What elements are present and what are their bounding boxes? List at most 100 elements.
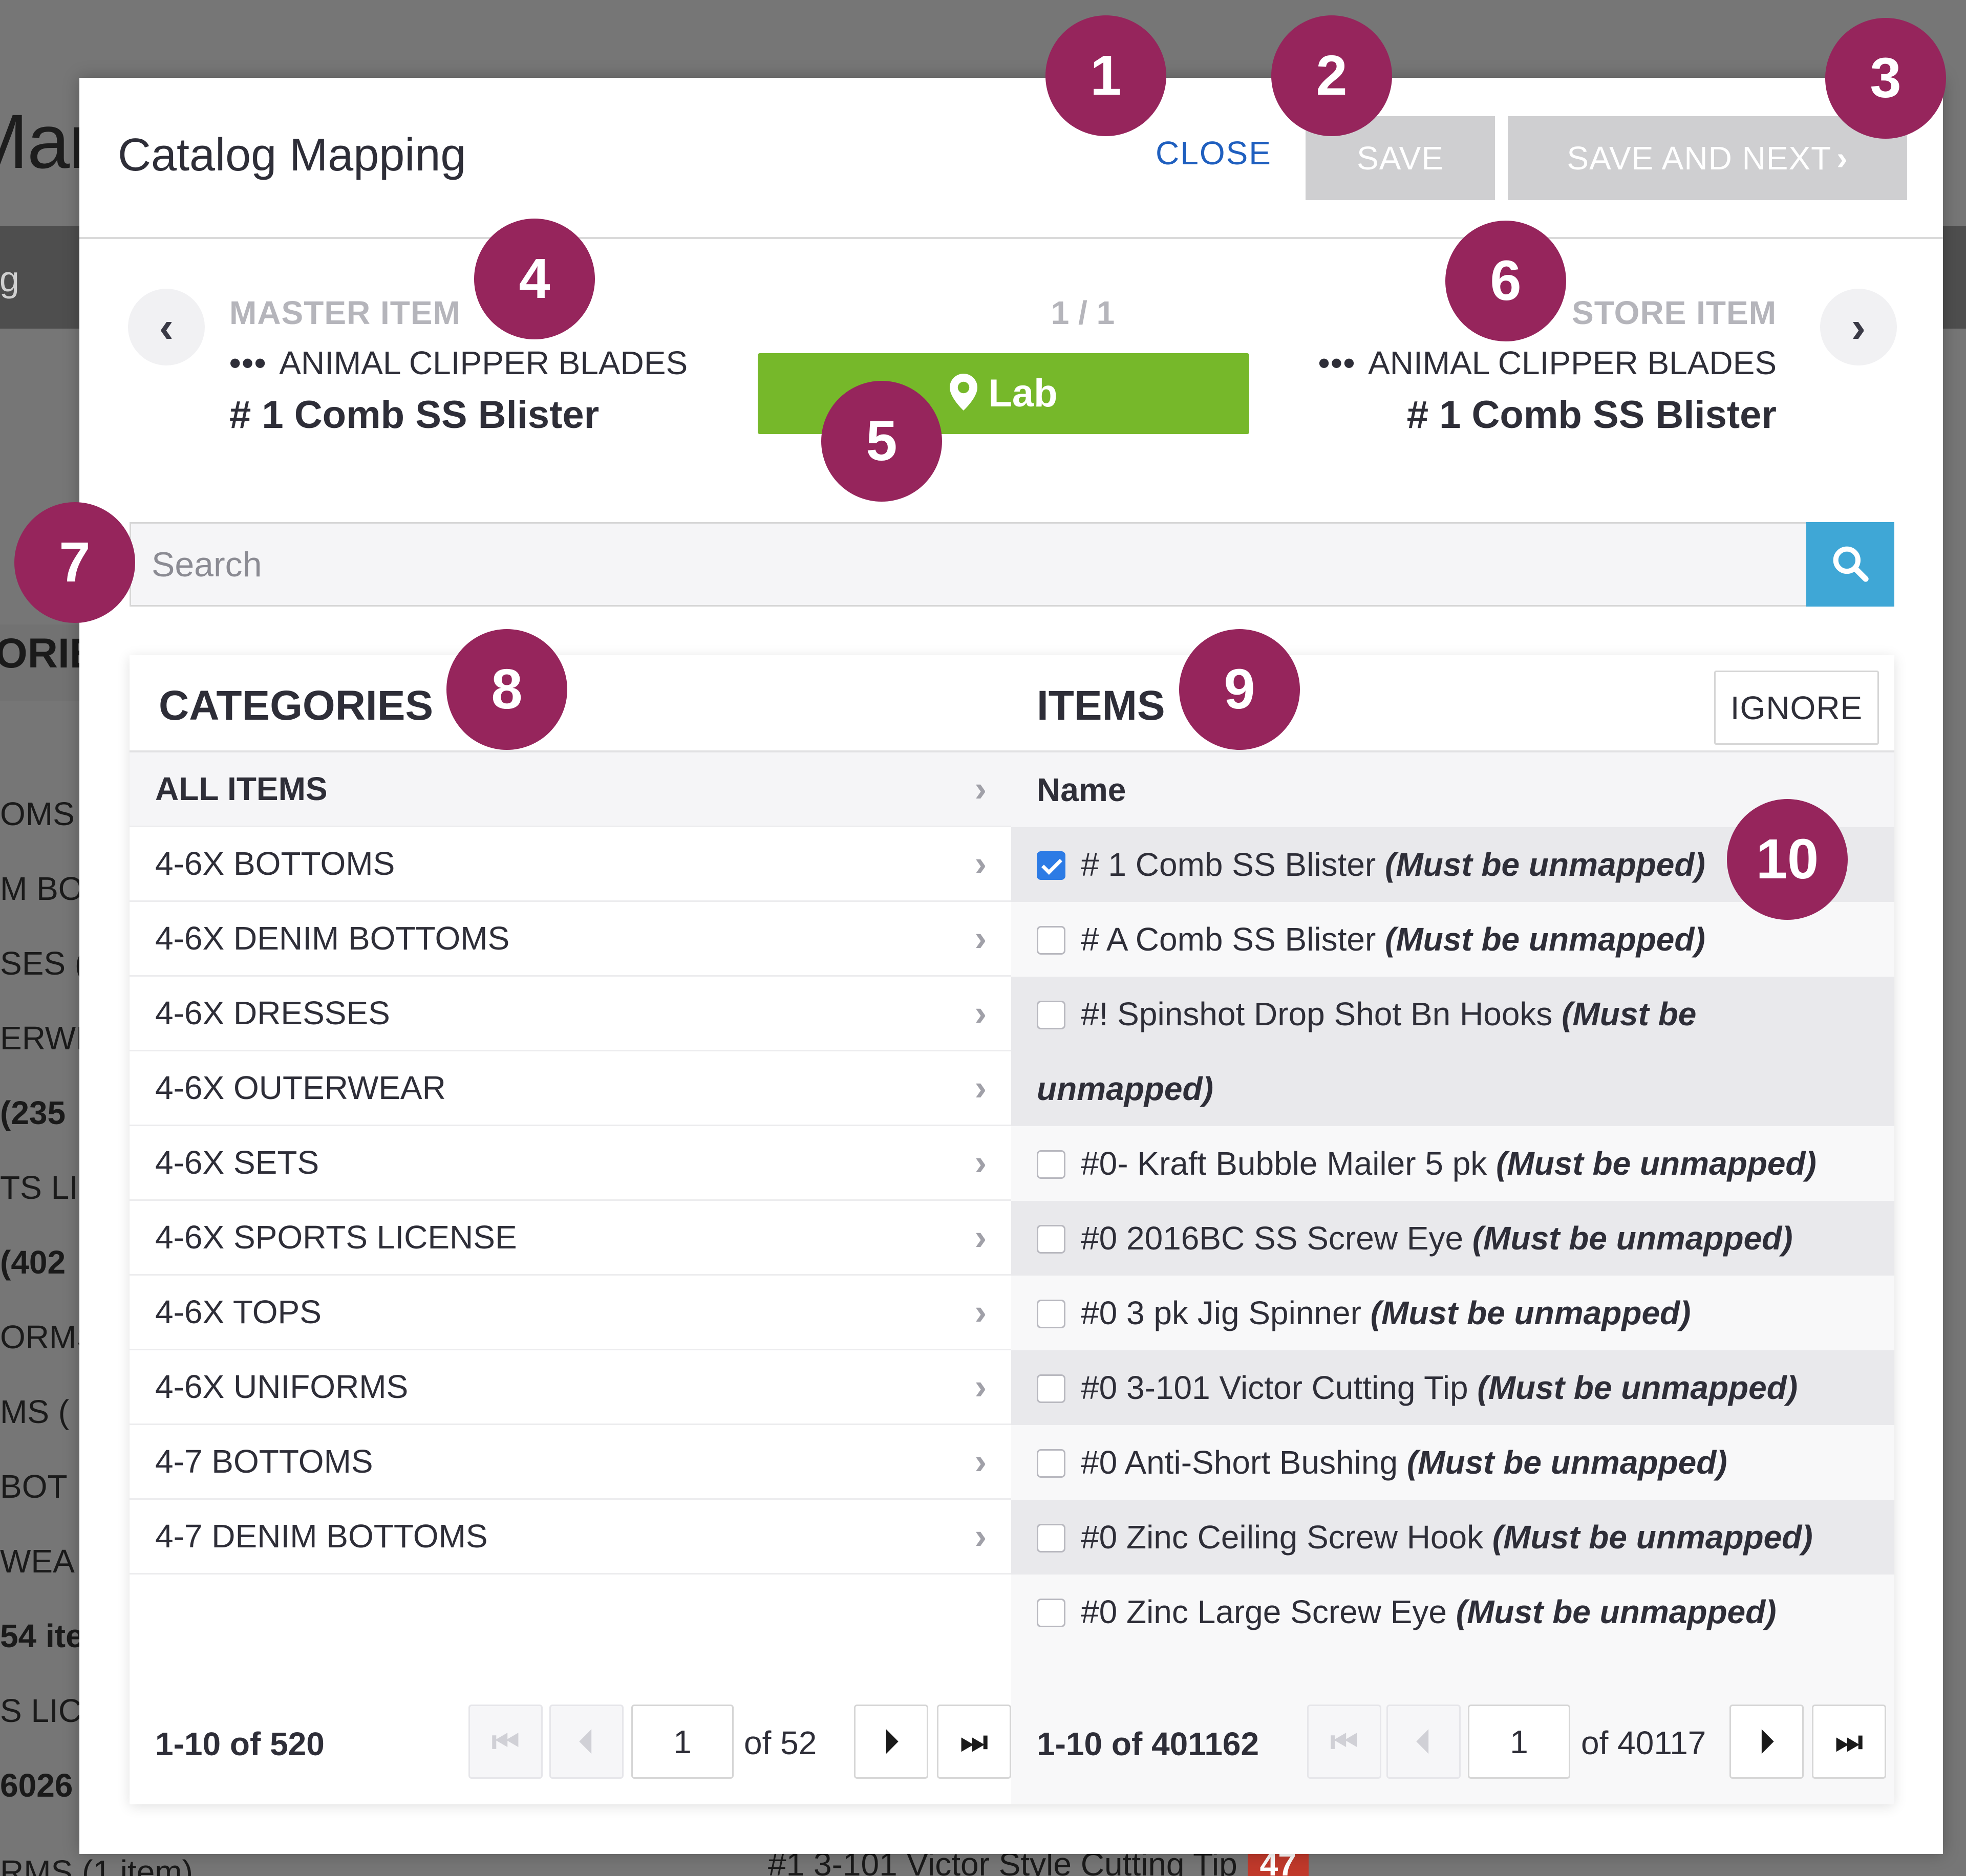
background-list-item: 6026 bbox=[0, 1767, 73, 1804]
item-checkbox[interactable] bbox=[1037, 1449, 1065, 1478]
category-item[interactable]: 4-6X DRESSES › bbox=[130, 977, 1011, 1051]
item-checkbox[interactable] bbox=[1037, 1300, 1065, 1328]
ignore-button[interactable]: IGNORE bbox=[1714, 671, 1879, 745]
category-item[interactable]: 4-6X OUTERWEAR › bbox=[130, 1051, 1011, 1126]
page-number-input[interactable] bbox=[1468, 1705, 1570, 1779]
previous-page-button[interactable]: ⏴ bbox=[1386, 1705, 1461, 1779]
background-list-item: ERWE bbox=[0, 1020, 98, 1056]
master-item-label: MASTER ITEM bbox=[229, 294, 461, 331]
category-label: 4-6X BOTTOMS bbox=[155, 845, 395, 882]
item-name: #0- Kraft Bubble Mailer 5 pk bbox=[1081, 1145, 1487, 1182]
category-item-all[interactable]: ALL ITEMS › bbox=[130, 752, 1011, 827]
background-nav-text: og bbox=[0, 259, 19, 299]
category-item[interactable]: 4-7 DENIM BOTTOMS › bbox=[130, 1500, 1011, 1575]
item-checkbox[interactable] bbox=[1037, 1001, 1065, 1029]
item-row[interactable]: #! Spinshot Drop Shot Bn Hooks (Must be u… bbox=[1011, 977, 1894, 1126]
store-item-label: STORE ITEM bbox=[1572, 294, 1777, 331]
must-be-unmapped-label: (Must be unmapped) bbox=[1385, 921, 1705, 958]
chevron-right-icon: › bbox=[974, 993, 987, 1033]
chevron-right-icon: › bbox=[974, 1068, 987, 1108]
item-checkbox[interactable] bbox=[1037, 926, 1065, 955]
callout-marker: 7 bbox=[14, 502, 135, 623]
background-list-item: MS ( bbox=[0, 1393, 70, 1430]
callout-marker: 4 bbox=[474, 219, 595, 339]
step-forward-icon: ⏵ bbox=[883, 1724, 899, 1759]
item-checkbox[interactable] bbox=[1037, 1374, 1065, 1403]
last-page-button[interactable]: ⏭ bbox=[1812, 1705, 1886, 1779]
category-item[interactable]: 4-6X DENIM BOTTOMS › bbox=[130, 902, 1011, 977]
items-range: 1-10 of 401162 bbox=[1037, 1726, 1259, 1762]
items-header: ITEMS IGNORE bbox=[1011, 655, 1894, 752]
previous-page-button[interactable]: ⏴ bbox=[549, 1705, 624, 1779]
next-page-button[interactable]: ⏵ bbox=[854, 1705, 928, 1779]
item-checkbox[interactable] bbox=[1037, 1599, 1065, 1627]
map-pin-icon bbox=[950, 374, 978, 411]
master-item-name: # 1 Comb SS Blister bbox=[229, 393, 600, 437]
category-label: 4-7 DENIM BOTTOMS bbox=[155, 1518, 488, 1555]
save-and-next-label: SAVE AND NEXT bbox=[1567, 140, 1832, 177]
callout-marker: 2 bbox=[1271, 15, 1392, 136]
last-page-button[interactable]: ⏭ bbox=[937, 1705, 1011, 1779]
save-and-next-button[interactable]: SAVE AND NEXT › bbox=[1508, 116, 1907, 200]
first-page-button[interactable]: ⏮ bbox=[468, 1705, 543, 1779]
must-be-unmapped-label: (Must be unmapped) bbox=[1496, 1145, 1817, 1182]
location-label: Lab bbox=[988, 372, 1058, 415]
must-be-unmapped-label: (Must be unmapped) bbox=[1456, 1593, 1777, 1630]
category-item[interactable]: 4-6X BOTTOMS › bbox=[130, 827, 1011, 902]
items-list: # 1 Comb SS Blister (Must be unmapped) #… bbox=[1011, 827, 1894, 1649]
page-number-input[interactable] bbox=[631, 1705, 734, 1779]
item-row[interactable]: #0 Zinc Large Screw Eye (Must be unmappe… bbox=[1011, 1575, 1894, 1649]
page-total: of 40117 bbox=[1581, 1724, 1706, 1761]
close-button[interactable]: CLOSE bbox=[1156, 134, 1272, 172]
background-list-item: WEA bbox=[0, 1543, 75, 1580]
category-label: 4-6X OUTERWEAR bbox=[155, 1069, 446, 1106]
master-item-category: ••• ANIMAL CLIPPER BLADES bbox=[229, 344, 688, 382]
item-row[interactable]: #0 3-101 Victor Cutting Tip (Must be unm… bbox=[1011, 1350, 1894, 1425]
background-list-item: OMS bbox=[0, 795, 75, 832]
category-item[interactable]: 4-6X SETS › bbox=[130, 1126, 1011, 1201]
first-page-button[interactable]: ⏮ bbox=[1307, 1705, 1381, 1779]
item-checkbox[interactable] bbox=[1037, 1225, 1065, 1254]
step-forward-icon: ⏵ bbox=[1759, 1724, 1775, 1759]
next-item-button[interactable]: › bbox=[1820, 289, 1897, 365]
search-button[interactable] bbox=[1806, 522, 1894, 607]
item-checkbox[interactable] bbox=[1037, 1150, 1065, 1179]
item-row[interactable]: #0 Anti-Short Bushing (Must be unmapped) bbox=[1011, 1425, 1894, 1500]
category-item[interactable]: 4-6X TOPS › bbox=[130, 1276, 1011, 1350]
callout-marker: 3 bbox=[1825, 18, 1946, 139]
previous-item-button[interactable]: ‹ bbox=[128, 289, 205, 365]
background-list-item: M BO bbox=[0, 870, 84, 907]
item-position: 1 / 1 bbox=[1051, 294, 1115, 331]
item-name: #0 Zinc Ceiling Screw Hook bbox=[1081, 1519, 1484, 1556]
skip-first-icon: ⏮ bbox=[492, 1724, 520, 1759]
ellipsis-icon: ••• bbox=[229, 344, 267, 381]
background-list-item: S LIC bbox=[0, 1692, 82, 1729]
must-be-unmapped-label: (Must be unmapped) bbox=[1385, 846, 1705, 883]
item-row[interactable]: #0 3 pk Jig Spinner (Must be unmapped) bbox=[1011, 1276, 1894, 1350]
items-pagination: 1-10 of 401162 ⏮ ⏴ of 40117 ⏵ ⏭ bbox=[1011, 1705, 1894, 1781]
item-row[interactable]: #0- Kraft Bubble Mailer 5 pk (Must be un… bbox=[1011, 1126, 1894, 1201]
search-input[interactable] bbox=[130, 522, 1806, 607]
item-checkbox[interactable] bbox=[1037, 851, 1065, 880]
background-list-item: BOT bbox=[0, 1468, 68, 1505]
item-name: # 1 Comb SS Blister bbox=[1081, 846, 1376, 883]
chevron-right-icon: › bbox=[974, 844, 987, 883]
item-row[interactable]: #0 Zinc Ceiling Screw Hook (Must be unma… bbox=[1011, 1500, 1894, 1575]
item-checkbox[interactable] bbox=[1037, 1524, 1065, 1552]
item-name: #0 3-101 Victor Cutting Tip bbox=[1081, 1369, 1468, 1406]
category-item[interactable]: 4-6X UNIFORMS › bbox=[130, 1350, 1011, 1425]
page-total: of 52 bbox=[744, 1724, 817, 1761]
categories-header: CATEGORIES bbox=[130, 655, 1011, 752]
chevron-right-icon: › bbox=[974, 1142, 987, 1182]
modal-title: Catalog Mapping bbox=[118, 130, 466, 181]
item-row[interactable]: #0 2016BC SS Screw Eye (Must be unmapped… bbox=[1011, 1201, 1894, 1276]
next-page-button[interactable]: ⏵ bbox=[1729, 1705, 1804, 1779]
store-item-category: ••• ANIMAL CLIPPER BLADES bbox=[1318, 344, 1777, 382]
category-item[interactable]: 4-6X SPORTS LICENSE › bbox=[130, 1201, 1011, 1276]
ellipsis-icon: ••• bbox=[1318, 344, 1356, 381]
must-be-unmapped-label: (Must be bbox=[1562, 996, 1697, 1032]
background-list-item: 54 ite bbox=[0, 1618, 84, 1654]
chevron-right-icon: › bbox=[1851, 303, 1866, 351]
category-item[interactable]: 4-7 BOTTOMS › bbox=[130, 1425, 1011, 1500]
categories-pagination: 1-10 of 520 ⏮ ⏴ of 52 ⏵ ⏭ bbox=[130, 1705, 1011, 1781]
